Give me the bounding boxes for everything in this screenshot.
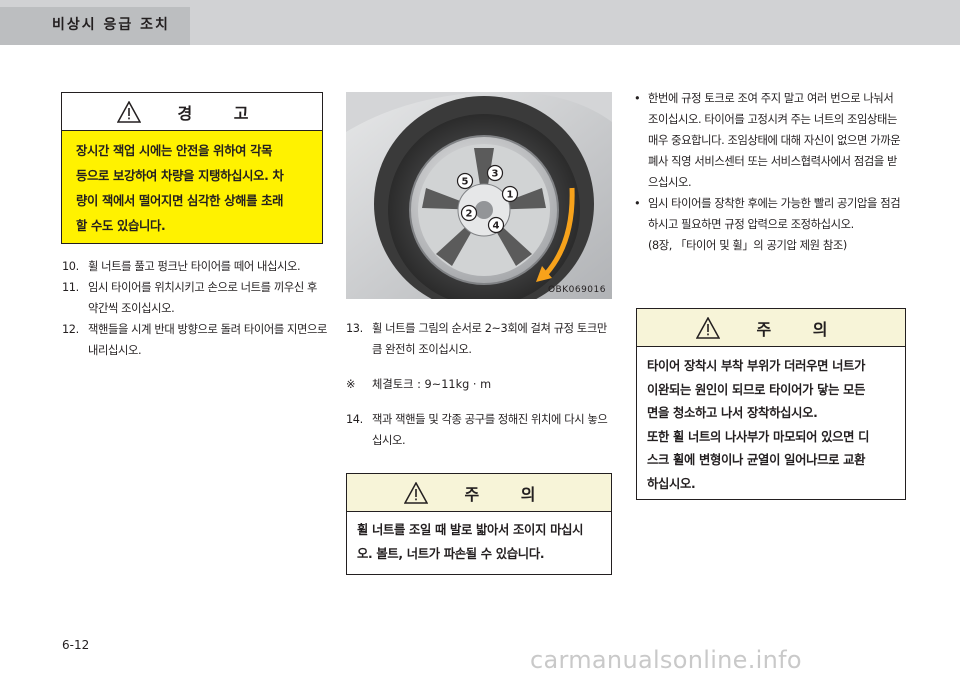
- caution-body: 타이어 장착시 부착 부위가 더러우면 너트가 이완되는 원인이 되므로 타이어…: [637, 347, 905, 499]
- left-steps: 10. 휠 너트를 풀고 펑크난 타이어를 떼어 내십시오. 11. 임시 타이…: [62, 256, 330, 361]
- warning-title: 경 고: [177, 103, 267, 123]
- step-13: 13. 휠 너트를 그림의 순서로 2~3회에 걸쳐 규정 토크만큼 완전히 조…: [346, 318, 616, 360]
- bullet-text: 임시 타이어를 장착한 후에는 가능한 빨리 공기압을 점검하시고 필요하면 규…: [648, 197, 901, 231]
- step-number: 14.: [346, 413, 363, 426]
- caution-box-mounting: 주 의 타이어 장착시 부착 부위가 더러우면 너트가 이완되는 원인이 되므로…: [636, 308, 906, 500]
- caution-line: 면을 청소하고 나서 장착하십시오.: [647, 406, 818, 421]
- step-text: 휠 너트를 그림의 순서로 2~3회에 걸쳐 규정 토크만큼 완전히 조이십시오…: [372, 322, 607, 356]
- warning-triangle-icon: [696, 316, 721, 339]
- caution-line: 하십시오.: [647, 476, 696, 491]
- step-number: 11.: [62, 281, 79, 294]
- step-number: 10.: [62, 260, 79, 273]
- warning-line: 할 수도 있습니다.: [76, 219, 166, 233]
- figure-code: OBK069016: [547, 285, 606, 295]
- note-mark: ※: [346, 378, 356, 391]
- note-text: 체결토크 : 9~11kg · m: [372, 378, 492, 391]
- watermark: carmanualsonline.info: [530, 646, 802, 674]
- warning-triangle-icon: [404, 481, 429, 504]
- caution-header: 주 의: [347, 474, 611, 512]
- caution-title: 주 의: [756, 319, 846, 339]
- hub-cap: [475, 201, 493, 219]
- caution-box-nut: 주 의 휠 너트를 조일 때 발로 밟아서 조이지 마십시 오. 볼트, 너트가…: [346, 473, 612, 575]
- caution-line: 오. 볼트, 너트가 파손될 수 있습니다.: [357, 547, 545, 561]
- warning-header: 경 고: [62, 93, 322, 131]
- caution-line: 타이어 장착시 부착 부위가 더러우면 너트가: [647, 359, 866, 373]
- caution-header: 주 의: [637, 309, 905, 347]
- nut-number: 2: [466, 209, 473, 220]
- step-number: 12.: [62, 323, 79, 336]
- nut-number: 5: [462, 177, 469, 188]
- step-text: 잭핸들을 시계 반대 방향으로 돌려 타이어를 지면으로 내리십시오.: [88, 323, 327, 357]
- nut-number: 4: [493, 221, 500, 232]
- warning-line: 장시간 잭업 시에는 안전을 위하여 각목: [76, 144, 273, 158]
- bullet-dot: •: [634, 197, 641, 210]
- warning-body: 장시간 잭업 시에는 안전을 위하여 각목 등으로 보강하여 차량을 지탱하십시…: [62, 131, 322, 243]
- step-text: 휠 너트를 풀고 펑크난 타이어를 떼어 내십시오.: [88, 260, 301, 273]
- warning-line: 등으로 보강하여 차량을 지탱하십시오. 차: [76, 169, 284, 183]
- section-title: 비상시 응급 조치: [52, 17, 170, 33]
- step-10: 10. 휠 너트를 풀고 펑크난 타이어를 떼어 내십시오.: [62, 256, 330, 277]
- step-14: 14. 잭과 잭핸들 및 각종 공구를 정해진 위치에 다시 놓으십시오.: [346, 409, 616, 451]
- wheel-illustration: 1 2 3 4 5: [346, 92, 612, 299]
- nut-number: 3: [492, 169, 499, 180]
- bullet-item: • 임시 타이어를 장착한 후에는 가능한 빨리 공기압을 점검하시고 필요하면…: [634, 193, 906, 235]
- warning-line: 량이 잭에서 떨어지면 심각한 상해를 초래: [76, 194, 284, 208]
- caution-line: 이완되는 원인이 되므로 타이어가 닿는 모든: [647, 382, 866, 397]
- right-bullets: • 한번에 규정 토크로 조여 주지 말고 여러 번으로 나눠서 조이십시오. …: [634, 88, 906, 256]
- warning-triangle-icon: [117, 100, 142, 123]
- torque-note: ※ 체결토크 : 9~11kg · m: [346, 374, 616, 395]
- step-12: 12. 잭핸들을 시계 반대 방향으로 돌려 타이어를 지면으로 내리십시오.: [62, 319, 330, 361]
- step-text: 임시 타이어를 위치시키고 손으로 너트를 끼우신 후 약간씩 조이십시오.: [88, 281, 318, 315]
- caution-line: 또한 휠 너트의 나사부가 마모되어 있으면 디: [647, 429, 870, 444]
- warning-box: 경 고 장시간 잭업 시에는 안전을 위하여 각목 등으로 보강하여 차량을 지…: [61, 92, 323, 244]
- caution-line: 휠 너트를 조일 때 발로 밟아서 조이지 마십시: [357, 523, 584, 537]
- step-number: 13.: [346, 322, 363, 335]
- bullet-text: 한번에 규정 토크로 조여 주지 말고 여러 번으로 나눠서 조이십시오. 타이…: [648, 92, 901, 189]
- nut-number: 1: [507, 190, 514, 201]
- caution-line: 스크 휠에 변형이나 균열이 일어나므로 교환: [647, 453, 866, 468]
- bullet-dot: •: [634, 92, 641, 105]
- wheel-photo: 1 2 3 4 5 OBK069016: [346, 92, 612, 299]
- step-text: 잭과 잭핸들 및 각종 공구를 정해진 위치에 다시 놓으십시오.: [372, 413, 608, 447]
- page-number: 6-12: [62, 638, 90, 652]
- reference-note: (8장, 「타이어 및 휠」의 공기압 제원 참조): [648, 239, 847, 252]
- step-11: 11. 임시 타이어를 위치시키고 손으로 너트를 끼우신 후 약간씩 조이십시…: [62, 277, 330, 319]
- bullet-item: • 한번에 규정 토크로 조여 주지 말고 여러 번으로 나눠서 조이십시오. …: [634, 88, 906, 193]
- caution-body: 휠 너트를 조일 때 발로 밟아서 조이지 마십시 오. 볼트, 너트가 파손될…: [347, 512, 611, 574]
- middle-steps: 13. 휠 너트를 그림의 순서로 2~3회에 걸쳐 규정 토크만큼 완전히 조…: [346, 318, 616, 451]
- caution-title: 주 의: [464, 484, 554, 504]
